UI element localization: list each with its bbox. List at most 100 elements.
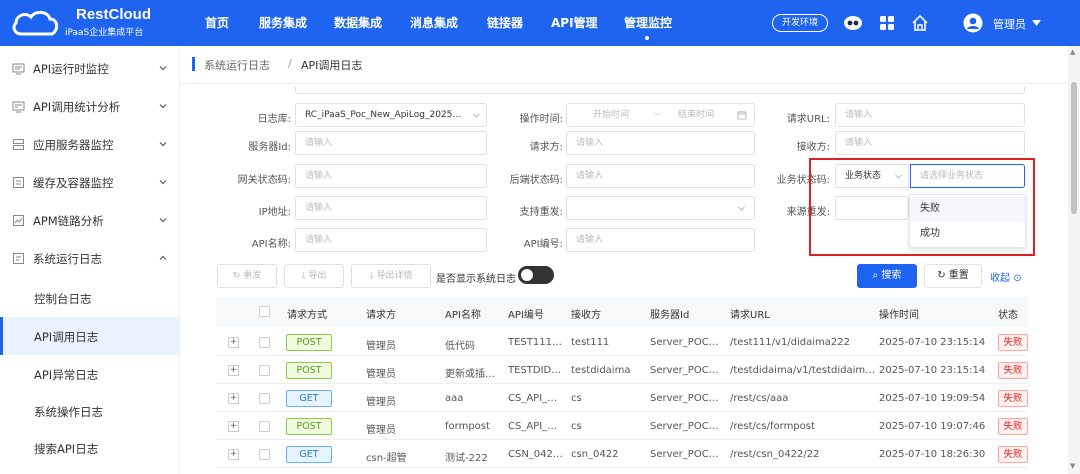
sidebar-item-app-server-monitor[interactable]: 应用服务器监控: [0, 126, 180, 164]
scroll-up-arrow-icon[interactable]: ▲: [1070, 48, 1075, 56]
export-button[interactable]: ⤓ 导出: [284, 264, 344, 288]
sidebar-sub-system-op-log[interactable]: 系统操作日志: [34, 404, 103, 420]
sidebar-item-label: 系统运行日志: [33, 252, 102, 266]
nav-data-integration[interactable]: 数据集成: [334, 14, 382, 31]
op-time-range[interactable]: 开始时间 ~ 结束时间: [566, 103, 755, 127]
active-nav-indicator: [645, 36, 649, 40]
collapse-link[interactable]: 收起 ⊙: [990, 269, 1022, 284]
cell-receiver: csn_0422: [571, 449, 619, 460]
api-no-input[interactable]: 请输入: [566, 228, 755, 252]
row-checkbox[interactable]: [259, 393, 270, 404]
collapse-label: 收起: [990, 273, 1010, 284]
monitor-icon: [12, 63, 25, 75]
col-receiver: 接收方: [571, 310, 601, 321]
method-badge: POST: [286, 334, 332, 351]
log-db-select[interactable]: RC_iPaaS_Poc_New_ApiLog_2025…: [295, 103, 487, 127]
log-icon: [13, 253, 24, 264]
search-button[interactable]: ⌕ 搜索: [857, 264, 917, 288]
sidebar-sub-search-api-log[interactable]: 搜索API日志: [34, 441, 98, 457]
cell-op-time: 2025-07-10 19:09:54: [879, 393, 986, 404]
ip-input[interactable]: 请输入: [295, 196, 487, 220]
apps-grid-icon[interactable]: [877, 13, 897, 33]
col-status: 状态: [998, 310, 1018, 321]
reset-button[interactable]: ↻ 重置: [924, 264, 982, 288]
end-time-placeholder: 结束时间: [678, 110, 715, 120]
row-checkbox[interactable]: [259, 421, 270, 432]
breadcrumb-parent[interactable]: 系统运行日志: [204, 57, 270, 73]
api-name-input[interactable]: 请输入: [295, 228, 487, 252]
nav-monitoring[interactable]: 管理监控: [624, 14, 672, 31]
requester-input[interactable]: 请输入: [566, 131, 755, 155]
chevron-down-icon: [159, 180, 167, 185]
row-checkbox[interactable]: [259, 449, 270, 460]
expand-row-button[interactable]: +: [228, 393, 239, 404]
environment-button[interactable]: 开发环境: [772, 14, 828, 32]
expand-row-button[interactable]: +: [228, 421, 239, 432]
user-name[interactable]: 管理员: [993, 16, 1026, 32]
req-url-label: 请求URL:: [786, 114, 830, 125]
breadcrumb: 系统运行日志 / API调用日志: [180, 46, 1068, 84]
row-checkbox[interactable]: [259, 365, 270, 376]
nav-home[interactable]: 首页: [205, 14, 229, 31]
sidebar-item-cache-container-monitor[interactable]: 缓存及容器监控: [0, 164, 180, 202]
avatar-icon[interactable]: [963, 13, 983, 33]
resend-support-label: 支持重发:: [519, 207, 563, 218]
server-id-input[interactable]: 请输入: [295, 131, 487, 155]
resend-support-select[interactable]: [566, 196, 755, 220]
sidebar-item-label: 缓存及容器监控: [33, 176, 114, 190]
export-detail-label: 导出详情: [376, 271, 413, 281]
log-db-label: 日志库:: [257, 114, 291, 125]
chevron-down-icon: [159, 104, 167, 109]
breadcrumb-separator: /: [288, 57, 292, 70]
sidebar-item-api-runtime-monitor[interactable]: API运行时监控: [0, 50, 180, 88]
breadcrumb-current: API调用日志: [301, 59, 363, 72]
resend-button[interactable]: ↻ 重发: [217, 264, 277, 288]
sidebar-item-label: 应用服务器监控: [33, 138, 114, 152]
sidebar-item-api-stats[interactable]: API调用统计分析: [0, 88, 180, 126]
select-all-checkbox[interactable]: [259, 306, 270, 317]
hidden-filter-input[interactable]: [295, 86, 1025, 94]
server-icon: [13, 139, 24, 150]
nav-message-integration[interactable]: 消息集成: [410, 14, 458, 31]
sidebar-item-label: APM链路分析: [33, 214, 104, 228]
method-badge: GET: [286, 390, 332, 407]
nav-connector[interactable]: 链接器: [487, 14, 523, 31]
show-sys-log-toggle[interactable]: [518, 266, 554, 284]
receiver-input[interactable]: 请输入: [835, 131, 1025, 155]
expand-row-button[interactable]: +: [228, 365, 239, 376]
user-menu-caret-icon[interactable]: [1032, 20, 1041, 26]
nav-api-management[interactable]: API管理: [551, 14, 598, 31]
expand-row-button[interactable]: +: [228, 449, 239, 460]
backend-status-input[interactable]: 请输入: [566, 164, 755, 188]
gw-status-input[interactable]: 请输入: [295, 164, 487, 188]
chevron-down-icon: [738, 206, 745, 211]
gw-status-label: 网关状态码:: [237, 175, 291, 186]
cell-api-no: TEST111…: [508, 337, 562, 348]
reset-icon: ↻: [937, 270, 949, 281]
expand-row-button[interactable]: +: [228, 337, 239, 348]
row-checkbox[interactable]: [259, 337, 270, 348]
sidebar-sub-api-error-log[interactable]: API异常日志: [34, 367, 98, 383]
sidebar-item-label: API调用统计分析: [33, 100, 121, 114]
mask-icon[interactable]: [843, 13, 863, 33]
export-detail-button[interactable]: ⤓ 导出详情: [351, 264, 431, 288]
home-icon[interactable]: [910, 13, 930, 33]
sidebar-active-indicator: [0, 317, 3, 355]
scrollbar-thumb[interactable]: [1071, 82, 1077, 214]
server-id-label: 服务器Id:: [248, 142, 291, 153]
backend-status-label: 后端状态码:: [509, 175, 563, 186]
col-op-time: 操作时间: [879, 310, 919, 321]
show-sys-log-label: 是否显示系统日志: [436, 274, 516, 285]
sidebar-sub-api-call-log[interactable]: API调用日志: [34, 329, 98, 345]
sidebar-item-apm-trace[interactable]: APM链路分析: [0, 202, 180, 240]
cell-req-url: /rest/cs/aaa: [730, 393, 789, 404]
nav-service-integration[interactable]: 服务集成: [259, 14, 307, 31]
scroll-down-arrow-icon[interactable]: ▼: [1070, 462, 1075, 470]
sidebar-item-label: API运行时监控: [33, 62, 109, 76]
sidebar-item-system-logs[interactable]: 系统运行日志: [0, 240, 180, 278]
sidebar-sub-console-log[interactable]: 控制台日志: [34, 291, 92, 307]
brand-logo[interactable]: RestCloud iPaaS企业集成平台: [10, 6, 180, 40]
cell-api-no: CS_API_…: [508, 393, 558, 404]
brand-subtitle: iPaaS企业集成平台: [65, 28, 144, 38]
req-url-input[interactable]: 请输入: [835, 103, 1025, 127]
